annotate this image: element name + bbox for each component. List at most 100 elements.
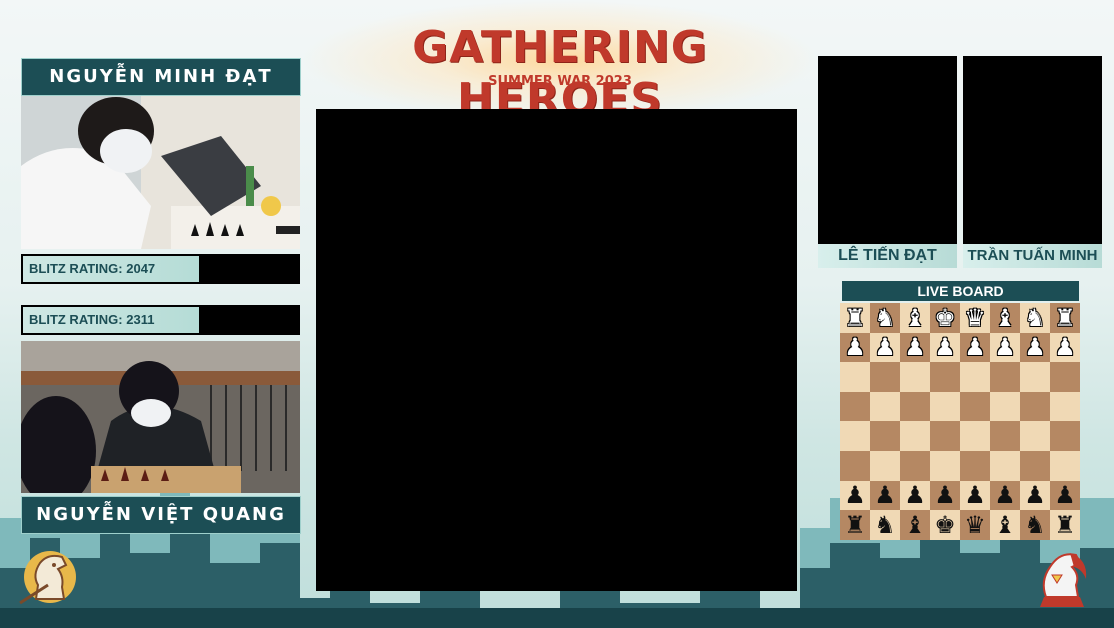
chess-piece: ♟ (1054, 333, 1076, 362)
chess-piece-square: ♟ (960, 480, 990, 511)
chess-piece-square: ♟ (1050, 480, 1080, 511)
chess-piece-square: ♝ (900, 510, 930, 540)
chess-piece-square: ♟ (990, 480, 1020, 511)
chess-square (840, 362, 870, 392)
chess-piece-square: ♟ (840, 332, 870, 363)
chess-piece: ♟ (934, 481, 956, 510)
chess-square (960, 391, 990, 422)
chess-square (960, 421, 990, 451)
chess-piece: ♟ (874, 333, 896, 362)
player-rating-bar: BLITZ RATING: 2047 (21, 254, 300, 284)
chess-piece: ♞ (1024, 303, 1046, 332)
chess-square (930, 421, 960, 451)
chess-square (840, 421, 870, 451)
chess-square (870, 362, 900, 392)
chess-square (900, 391, 930, 422)
chess-square (1020, 450, 1050, 481)
chess-piece: ♜ (1054, 510, 1076, 539)
chess-piece: ♚ (934, 510, 956, 539)
chess-square (960, 362, 990, 392)
chess-piece-square: ♛ (960, 303, 990, 333)
chess-piece-square: ♟ (840, 480, 870, 511)
chess-piece-square: ♞ (1020, 510, 1050, 540)
hero-knight-logo-icon (1040, 553, 1087, 607)
chess-square (870, 450, 900, 481)
player-name-banner: NGUYỄN MINH ĐẠT (21, 58, 301, 96)
chess-piece-square: ♜ (1050, 303, 1080, 333)
chess-piece-square: ♟ (1020, 332, 1050, 363)
chess-square (1020, 421, 1050, 451)
chess-piece: ♟ (1054, 481, 1076, 510)
live-chess-board: ♜ ♞ ♝ ♚ ♛ ♝ ♞ ♜ ♟ ♟ ♟ ♟ ♟ ♟ ♟ ♟ ♟ ♟ ♟ ♟ ♟ ♟ ♟ ♟ ♜ ♞ ♝ ♚ ♛ ♝ ♞ ♜ (840, 303, 1080, 540)
player-webcam-feed (963, 56, 1102, 244)
chess-piece: ♛ (964, 510, 986, 539)
chess-piece: ♟ (904, 481, 926, 510)
chess-piece-square: ♝ (990, 303, 1020, 333)
chess-square (900, 450, 930, 481)
chess-piece-square: ♟ (870, 480, 900, 511)
chess-square (930, 450, 960, 481)
chess-piece-square: ♟ (1020, 480, 1050, 511)
player-webcam-feed (21, 96, 300, 249)
chess-square (930, 362, 960, 392)
player-webcam-feed (21, 341, 300, 493)
player-rating-label: BLITZ RATING: 2047 (23, 256, 199, 282)
chess-piece: ♞ (874, 510, 896, 539)
chess-piece-square: ♛ (960, 510, 990, 540)
chess-piece: ♟ (844, 333, 866, 362)
chess-piece: ♚ (934, 303, 956, 332)
chess-piece-square: ♟ (990, 332, 1020, 363)
knight-logo-icon (19, 551, 76, 605)
chess-piece: ♟ (994, 481, 1016, 510)
chess-piece: ♟ (964, 333, 986, 362)
chess-piece: ♜ (844, 510, 866, 539)
chess-square (1050, 391, 1080, 422)
chess-piece: ♞ (1024, 510, 1046, 539)
player-name-label: TRẦN TUẤN MINH (963, 244, 1102, 268)
chess-square (870, 391, 900, 422)
chess-piece-square: ♞ (870, 510, 900, 540)
chess-piece-square: ♟ (960, 332, 990, 363)
player-name-banner: NGUYỄN VIỆT QUANG (21, 496, 301, 534)
chess-piece: ♝ (904, 510, 926, 539)
chess-piece-square: ♚ (930, 510, 960, 540)
chess-piece-square: ♟ (930, 332, 960, 363)
chess-piece-square: ♚ (930, 303, 960, 333)
chess-piece-square: ♟ (930, 480, 960, 511)
chess-piece: ♞ (874, 303, 896, 332)
chess-piece: ♛ (964, 303, 986, 332)
chess-piece-square: ♜ (840, 510, 870, 540)
chess-square (840, 391, 870, 422)
chess-piece-square: ♟ (1050, 332, 1080, 363)
chess-square (930, 391, 960, 422)
chess-piece: ♜ (1054, 303, 1076, 332)
main-stream-area (316, 109, 797, 591)
chess-square (900, 421, 930, 451)
chess-piece-square: ♜ (1050, 510, 1080, 540)
chess-piece: ♟ (874, 481, 896, 510)
chess-piece: ♟ (964, 481, 986, 510)
chess-piece: ♟ (844, 481, 866, 510)
chess-piece-square: ♟ (900, 480, 930, 511)
chess-piece-square: ♞ (870, 303, 900, 333)
player-webcam-feed (818, 56, 957, 244)
chess-piece-square: ♞ (1020, 303, 1050, 333)
chess-square (900, 362, 930, 392)
live-board-title: LIVE BOARD (842, 281, 1079, 301)
chess-piece: ♟ (934, 333, 956, 362)
chess-piece-square: ♝ (990, 510, 1020, 540)
chess-square (840, 450, 870, 481)
player-rating-label: BLITZ RATING: 2311 (23, 307, 199, 333)
chess-square (990, 391, 1020, 422)
chess-piece: ♝ (994, 510, 1016, 539)
chess-piece: ♝ (994, 303, 1016, 332)
chess-square (1050, 421, 1080, 451)
chess-square (960, 450, 990, 481)
chess-square (990, 421, 1020, 451)
chess-square (990, 362, 1020, 392)
chess-square (1050, 450, 1080, 481)
event-subtitle: SUMMER WAR 2023 (488, 74, 632, 89)
chess-piece: ♟ (904, 333, 926, 362)
chess-piece: ♝ (904, 303, 926, 332)
chess-square (990, 450, 1020, 481)
